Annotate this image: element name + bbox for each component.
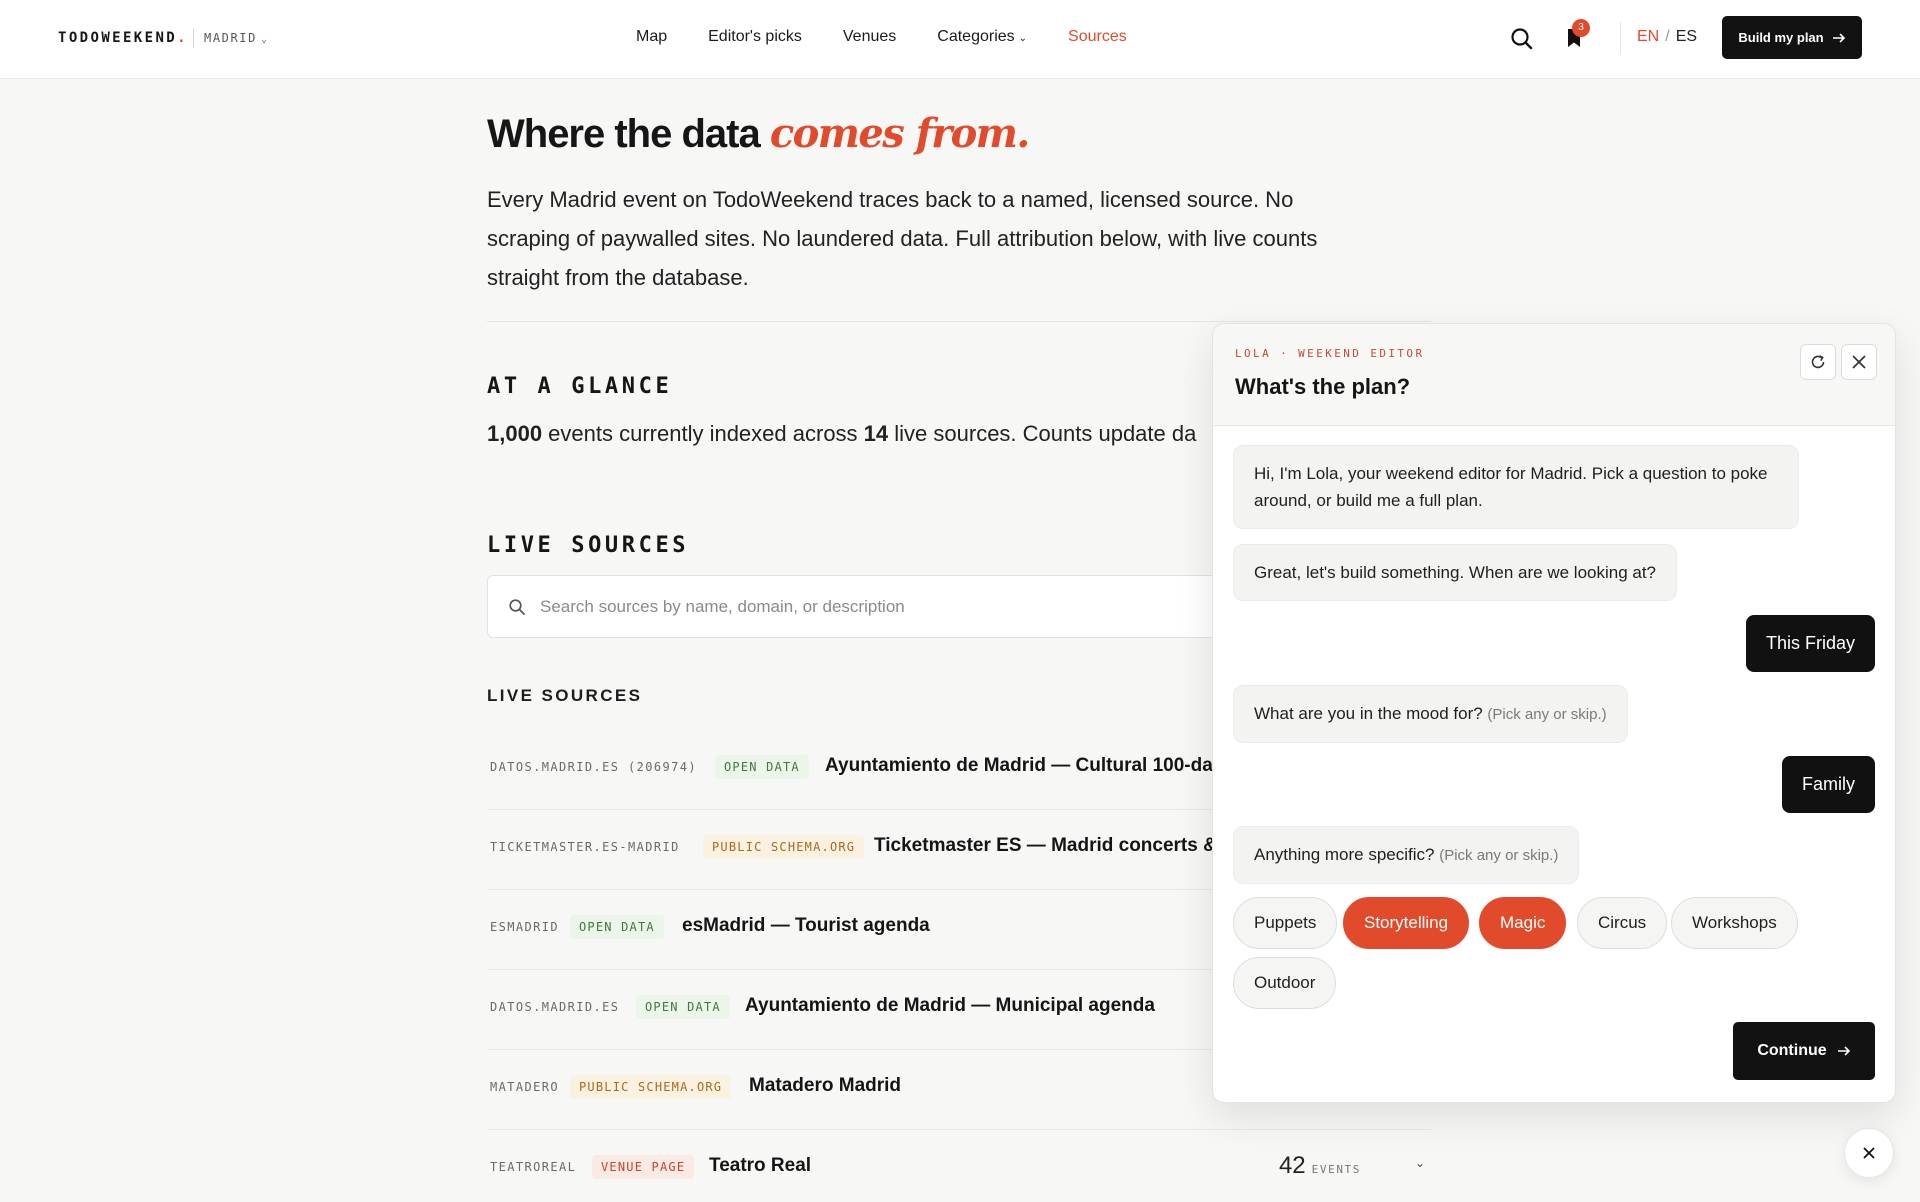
restart-chat-button[interactable] bbox=[1800, 344, 1836, 380]
sources-count: 14 bbox=[863, 421, 889, 446]
source-code: ESMADRID bbox=[490, 920, 559, 934]
chevron-down-icon[interactable]: ⌄ bbox=[1415, 1156, 1425, 1170]
event-count-unit: EVENTS bbox=[1311, 1163, 1361, 1176]
bookmark-count-badge: 3 bbox=[1572, 19, 1590, 37]
source-tag: VENUE PAGE bbox=[592, 1155, 695, 1179]
brand-name: TODOWEEKEND bbox=[58, 30, 178, 46]
source-code: MATADERO bbox=[490, 1080, 559, 1094]
source-name: Teatro Real bbox=[709, 1155, 812, 1176]
glance-text-a: events currently indexed across bbox=[542, 421, 864, 446]
search-icon bbox=[1511, 28, 1533, 50]
source-tag: OPEN DATA bbox=[570, 915, 664, 939]
nav-link-venues[interactable]: Venues bbox=[843, 28, 896, 46]
nav-link-editors-picks[interactable]: Editor's picks bbox=[708, 28, 802, 46]
refresh-icon bbox=[1811, 355, 1825, 369]
chevron-down-icon: ⌄ bbox=[1018, 33, 1028, 44]
chip-outdoor[interactable]: Outdoor bbox=[1233, 957, 1337, 1009]
source-tag: OPEN DATA bbox=[715, 755, 809, 779]
chat-panel: LOLA · WEEKEND EDITOR What's the plan? H… bbox=[1212, 323, 1896, 1103]
chat-message-user: Family bbox=[1782, 756, 1875, 813]
chat-message-text: Anything more specific? bbox=[1254, 845, 1435, 864]
chat-message-assistant: What are you in the mood for? (Pick any … bbox=[1233, 685, 1628, 743]
brand-dot: . bbox=[177, 30, 188, 46]
close-icon bbox=[1852, 355, 1866, 369]
at-a-glance-heading: AT A GLANCE bbox=[487, 374, 673, 399]
source-tag: OPEN DATA bbox=[636, 995, 730, 1019]
nav-link-map[interactable]: Map bbox=[636, 28, 667, 46]
main-nav: Map Editor's picks Venues Categories ⌄ So… bbox=[636, 28, 1127, 46]
nav-link-categories[interactable]: Categories ⌄ bbox=[937, 28, 1027, 46]
live-sources-heading: LIVE SOURCES bbox=[487, 533, 690, 558]
chat-message-hint: (Pick any or skip.) bbox=[1487, 706, 1607, 723]
divider bbox=[487, 321, 1431, 322]
page-title-plain: Where the data bbox=[487, 112, 770, 156]
chat-message-assistant: Great, let's build something. When are w… bbox=[1233, 544, 1678, 601]
chip-puppets[interactable]: Puppets bbox=[1233, 897, 1338, 949]
source-code: TICKETMASTER.ES-MADRID bbox=[490, 840, 680, 854]
chat-message-user: This Friday bbox=[1745, 615, 1875, 672]
chat-header: LOLA · WEEKEND EDITOR What's the plan? bbox=[1213, 324, 1895, 426]
chip-magic[interactable]: Magic bbox=[1479, 897, 1567, 949]
chat-message-assistant: Anything more specific? (Pick any or ski… bbox=[1233, 826, 1580, 884]
page-intro: Every Madrid event on TodoWeekend traces… bbox=[487, 187, 1318, 290]
chevron-down-icon: ⌄ bbox=[260, 34, 269, 45]
source-code: DATOS.MADRID.ES bbox=[490, 1000, 620, 1014]
glance-summary: 1,000 events currently indexed across 14… bbox=[487, 421, 1196, 447]
source-name: Matadero Madrid bbox=[749, 1075, 902, 1096]
source-name: Ayuntamiento de Madrid — Cultural 100-da… bbox=[825, 755, 1224, 776]
nav-link-categories-label: Categories bbox=[937, 28, 1015, 45]
brand-logo[interactable]: TODOWEEKEND. bbox=[58, 30, 188, 46]
close-chat-button[interactable] bbox=[1841, 344, 1877, 380]
source-name: esMadrid — Tourist agenda bbox=[682, 915, 930, 936]
lang-en[interactable]: EN bbox=[1637, 28, 1659, 45]
close-icon bbox=[1863, 1147, 1875, 1159]
search-icon bbox=[509, 599, 525, 615]
nav-divider bbox=[1620, 22, 1621, 54]
city-label: MADRID bbox=[204, 31, 257, 45]
chip-circus[interactable]: Circus bbox=[1577, 897, 1668, 949]
language-switcher: EN / ES bbox=[1637, 28, 1697, 46]
continue-button[interactable]: Continue bbox=[1733, 1022, 1875, 1080]
page-title-accent: comes from. bbox=[769, 110, 1030, 157]
chat-message-assistant: Hi, I'm Lola, your weekend editor for Ma… bbox=[1233, 445, 1799, 529]
continue-label: Continue bbox=[1757, 1042, 1827, 1059]
arrow-right-icon bbox=[1837, 1046, 1850, 1056]
source-row[interactable]: TEATROREAL VENUE PAGE Teatro Real 42 EVEN… bbox=[487, 1130, 1431, 1202]
lang-es[interactable]: ES bbox=[1676, 28, 1697, 45]
arrow-right-icon bbox=[1832, 32, 1845, 43]
nav-link-sources[interactable]: Sources bbox=[1068, 28, 1127, 46]
source-search bbox=[487, 575, 1247, 638]
build-my-plan-label: Build my plan bbox=[1738, 30, 1824, 45]
source-code: TEATROREAL bbox=[490, 1160, 577, 1174]
source-search-input[interactable] bbox=[540, 594, 1220, 620]
chat-message-text: What are you in the mood for? bbox=[1254, 704, 1483, 723]
event-count-value: 42 bbox=[1278, 1152, 1306, 1179]
source-name: Ayuntamiento de Madrid — Municipal agend… bbox=[745, 995, 1155, 1016]
source-tag: PUBLIC SCHEMA.ORG bbox=[703, 835, 865, 859]
source-code: DATOS.MADRID.ES (206974) bbox=[490, 760, 697, 774]
chat-eyebrow: LOLA · WEEKEND EDITOR bbox=[1235, 347, 1425, 360]
sources-list-heading: LIVE SOURCES bbox=[487, 686, 643, 705]
chat-title: What's the plan? bbox=[1235, 374, 1411, 399]
build-my-plan-button[interactable]: Build my plan bbox=[1722, 16, 1862, 59]
source-tag: PUBLIC SCHEMA.ORG bbox=[570, 1075, 732, 1099]
lang-separator: / bbox=[1665, 28, 1670, 45]
chip-storytelling[interactable]: Storytelling bbox=[1343, 897, 1470, 949]
events-count: 1,000 bbox=[487, 421, 543, 446]
search-button[interactable] bbox=[1509, 26, 1535, 52]
chat-message-hint: (Pick any or skip.) bbox=[1439, 847, 1559, 864]
brand-divider bbox=[193, 28, 194, 48]
source-name: Ticketmaster ES — Madrid concerts & e bbox=[874, 835, 1233, 856]
glance-text-b: live sources. Counts update da bbox=[888, 421, 1197, 446]
chip-workshops[interactable]: Workshops bbox=[1671, 897, 1798, 949]
close-chat-fab[interactable] bbox=[1844, 1128, 1894, 1178]
page-title: Where the data comes from. bbox=[487, 110, 1030, 157]
top-nav: TODOWEEKEND. MADRID ⌄ Map Editor's picks … bbox=[0, 0, 1920, 79]
source-event-count: 42 EVENTS bbox=[1279, 1152, 1361, 1180]
city-selector[interactable]: MADRID ⌄ bbox=[204, 31, 269, 45]
